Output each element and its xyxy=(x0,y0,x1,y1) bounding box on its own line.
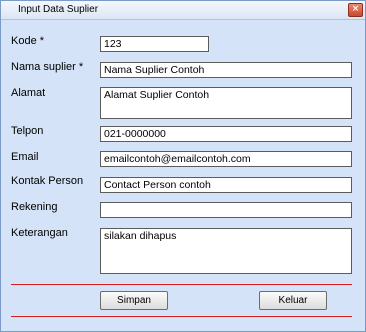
window-title: Input Data Suplier xyxy=(18,4,99,15)
close-icon: × xyxy=(351,4,360,14)
simpan-button[interactable]: Simpan xyxy=(100,291,168,310)
alamat-label: Alamat xyxy=(11,87,46,99)
kode-input[interactable]: 123 xyxy=(100,36,209,52)
close-button[interactable]: × xyxy=(348,3,363,17)
separator-bottom xyxy=(11,316,352,317)
email-input[interactable]: emailcontoh@emailcontoh.com xyxy=(100,151,352,167)
nama-suplier-label: Nama suplier * xyxy=(11,61,84,73)
nama-suplier-input[interactable]: Nama Suplier Contoh xyxy=(100,62,352,78)
alamat-textarea[interactable]: Alamat Suplier Contoh xyxy=(100,87,352,119)
keterangan-label: Keterangan xyxy=(11,227,68,239)
rekening-input[interactable] xyxy=(100,202,352,218)
rekening-label: Rekening xyxy=(11,201,58,213)
keluar-button[interactable]: Keluar xyxy=(259,291,327,310)
keluar-button-label: Keluar xyxy=(278,295,308,306)
email-label: Email xyxy=(11,151,39,163)
simpan-button-label: Simpan xyxy=(117,295,151,306)
separator-top xyxy=(11,284,352,285)
kode-label: Kode * xyxy=(11,35,45,47)
dialog-window: Input Data Suplier × Kode * 123 Nama sup… xyxy=(0,0,366,332)
telpon-label: Telpon xyxy=(11,125,44,137)
title-bar: Input Data Suplier × xyxy=(1,1,365,20)
kontak-person-label: Kontak Person xyxy=(11,175,84,187)
kontak-person-input[interactable]: Contact Person contoh xyxy=(100,177,352,193)
telpon-input[interactable]: 021-0000000 xyxy=(100,126,352,142)
keterangan-textarea[interactable]: silakan dihapus xyxy=(100,228,352,274)
